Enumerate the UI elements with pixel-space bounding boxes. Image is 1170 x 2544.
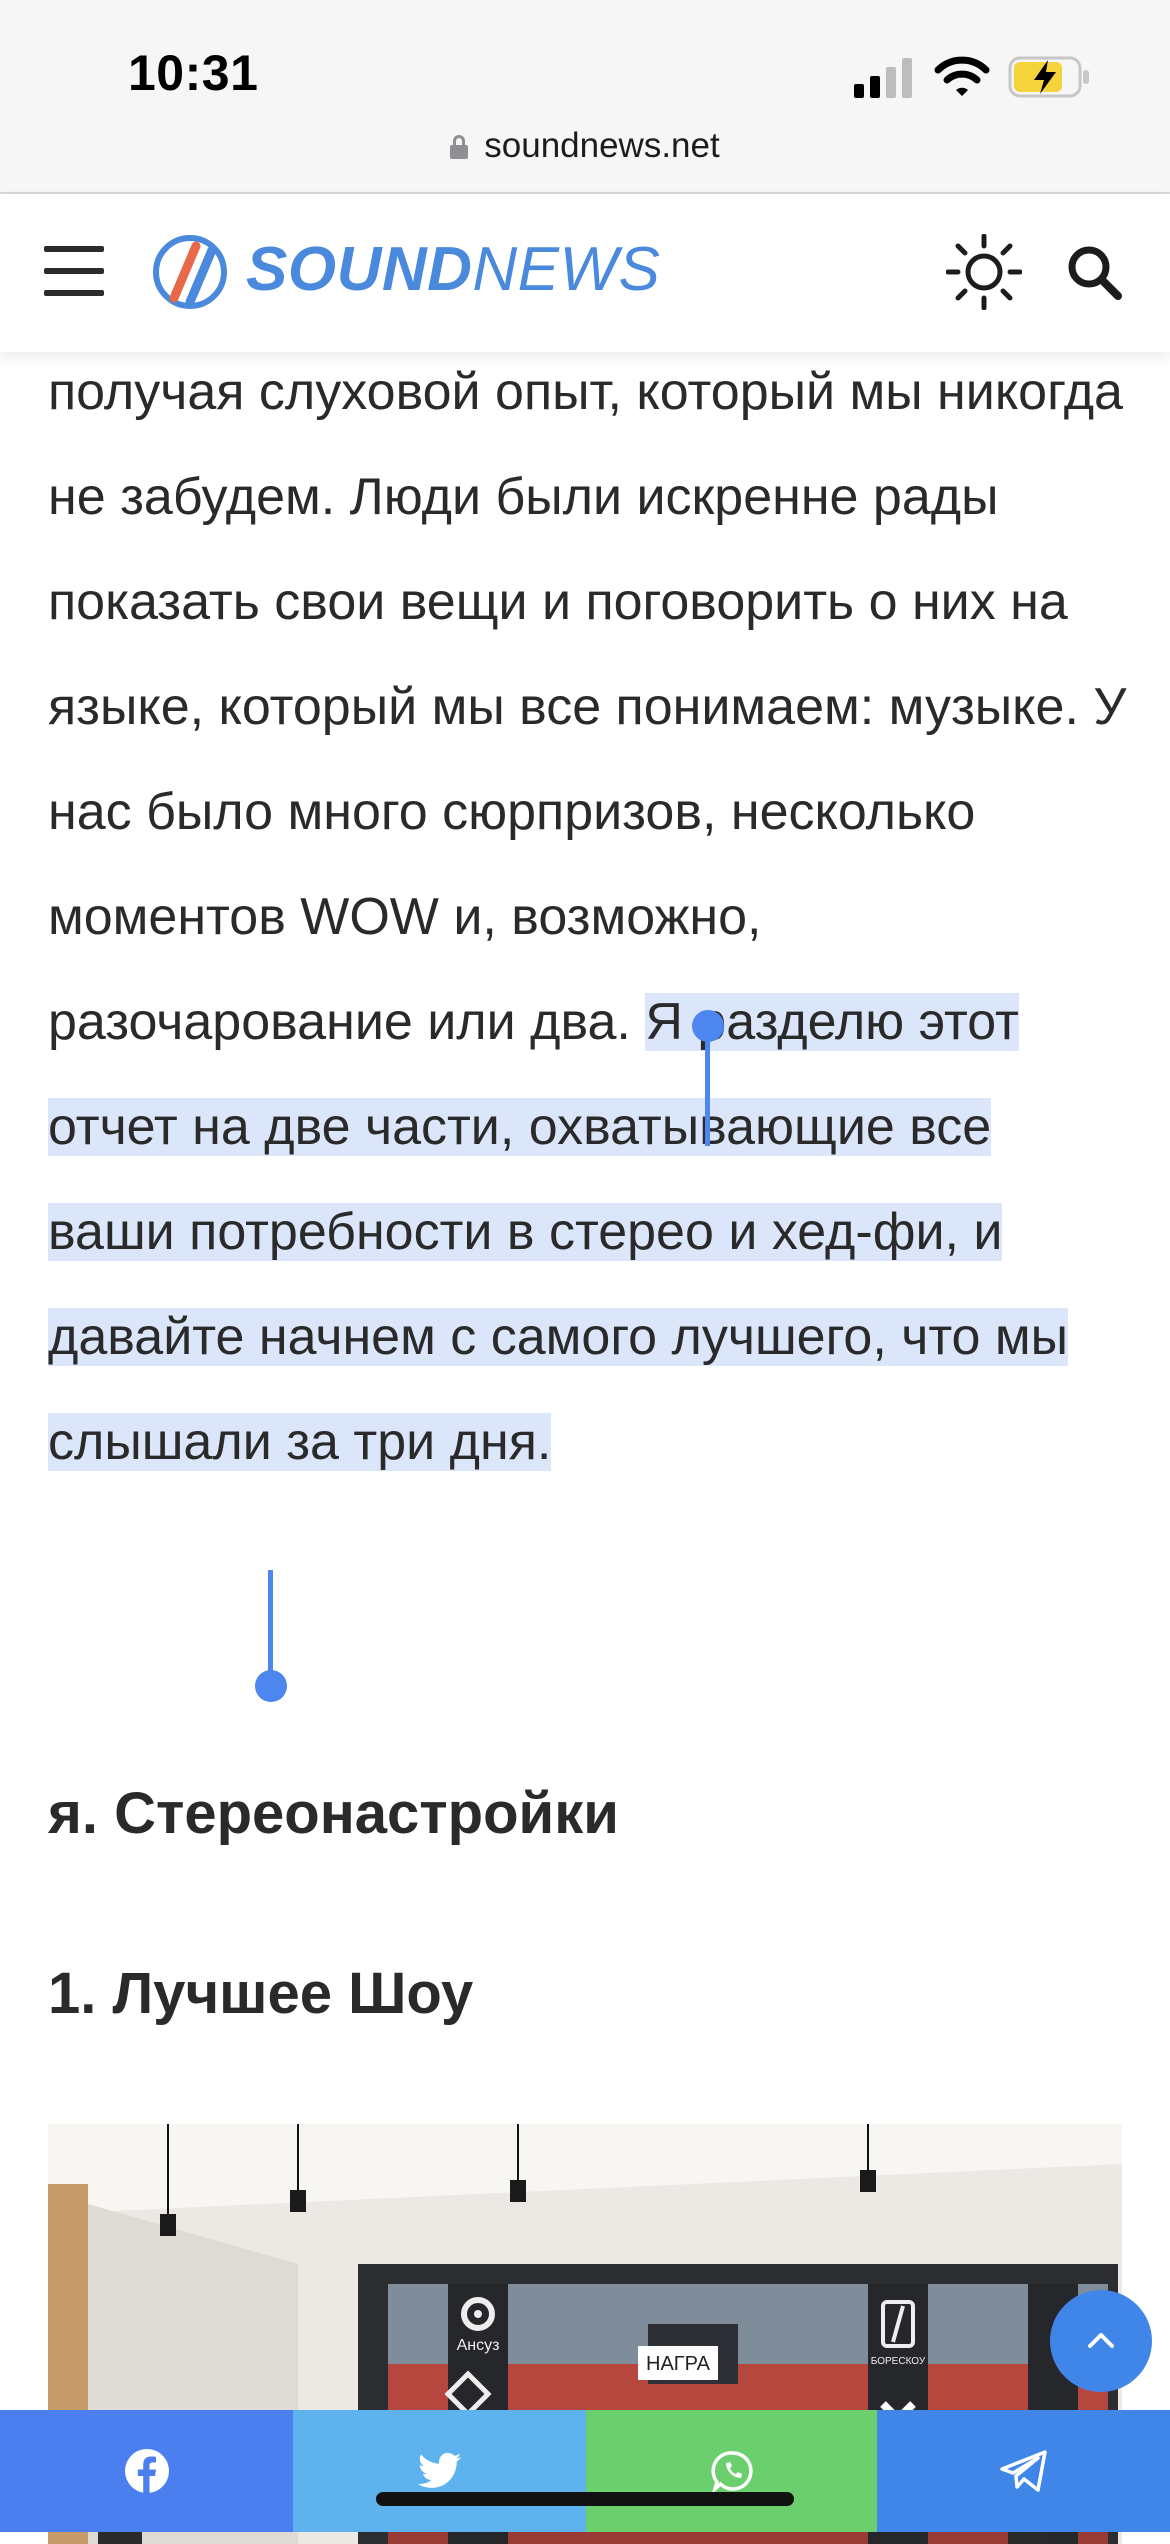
status-time: 10:31 bbox=[128, 45, 259, 101]
home-indicator bbox=[376, 2492, 794, 2506]
selected-text[interactable]: Я разделю этот отчет на две части, охват… bbox=[48, 993, 1069, 1471]
signal-icon bbox=[854, 58, 912, 98]
site-logo[interactable]: SOUNDNEWS bbox=[246, 234, 660, 305]
lock-icon bbox=[450, 135, 469, 159]
telegram-icon bbox=[999, 2450, 1047, 2492]
selection-end-handle[interactable] bbox=[255, 1670, 287, 1702]
facebook-icon bbox=[124, 2449, 169, 2493]
image-brand-right: БОРЕСКОУ bbox=[871, 2356, 926, 2367]
site-header: SOUNDNEWS bbox=[0, 194, 1170, 352]
paragraph-text: получая слуховой опыт, который мы никогд… bbox=[48, 363, 1127, 1051]
search-icon[interactable] bbox=[1066, 244, 1122, 300]
image-brand-center: НАГРА bbox=[646, 2353, 711, 2375]
hamburger-icon[interactable] bbox=[44, 246, 104, 296]
article-body: получая слуховой опыт, который мы никогд… bbox=[48, 340, 1128, 1495]
logo-news: NEWS bbox=[472, 235, 661, 304]
back-to-top-button[interactable] bbox=[1050, 2290, 1152, 2392]
status-bar: 10:31 bbox=[0, 0, 1170, 130]
logo-sound: SOUND bbox=[246, 235, 473, 304]
battery-icon bbox=[1008, 56, 1089, 98]
subsection-heading: 1. Лучшее Шоу bbox=[48, 1961, 474, 2026]
share-telegram-button[interactable] bbox=[877, 2410, 1170, 2532]
share-facebook-button[interactable] bbox=[0, 2410, 293, 2532]
share-twitter-button[interactable] bbox=[293, 2410, 586, 2532]
image-brand-left: Ансуз bbox=[457, 2337, 500, 2354]
url-bar[interactable]: soundnews.net bbox=[0, 118, 1170, 194]
wifi-icon bbox=[934, 56, 990, 96]
share-whatsapp-button[interactable] bbox=[586, 2410, 879, 2532]
chevron-up-icon bbox=[1088, 2333, 1114, 2348]
url-domain[interactable]: soundnews.net bbox=[484, 126, 719, 165]
section-heading: я. Стереонастройки bbox=[48, 1781, 619, 1846]
selection-start-caret bbox=[705, 1026, 710, 1146]
twitter-icon bbox=[417, 2452, 461, 2488]
share-bar bbox=[0, 2410, 1170, 2532]
whatsapp-icon bbox=[710, 2451, 753, 2493]
article-paragraph: получая слуховой опыт, который мы никогд… bbox=[48, 340, 1128, 1495]
selection-end-caret bbox=[268, 1570, 273, 1680]
sun-icon[interactable] bbox=[946, 234, 1022, 310]
logo-icon[interactable] bbox=[150, 232, 230, 312]
